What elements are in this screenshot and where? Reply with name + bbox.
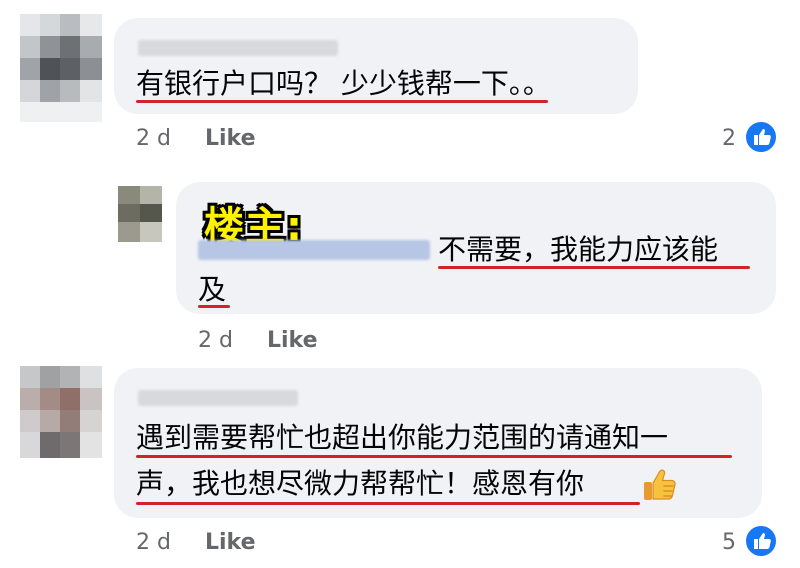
commenter-name[interactable] [138, 390, 298, 406]
commenter-name[interactable] [138, 40, 338, 56]
comment-time[interactable]: 2 d [136, 530, 171, 555]
avatar[interactable] [20, 14, 102, 122]
reply-text-line2: 及 [198, 273, 227, 306]
highlight-underline [136, 455, 732, 458]
highlight-underline [136, 502, 640, 505]
comment-text-line2: 声，我也想尽微力帮帮忙！感恩有你 [136, 467, 585, 500]
comment-time[interactable]: 2 d [136, 126, 171, 151]
commenter-name[interactable] [198, 240, 430, 260]
comment-text-line1: 遇到需要帮忙也超出你能力范围的请通知一 [136, 421, 669, 454]
highlight-underline [198, 305, 230, 308]
like-button[interactable]: Like [205, 126, 256, 151]
thumbs-up-reaction-icon[interactable] [744, 524, 778, 558]
thumbs-up-reaction-icon[interactable] [744, 120, 778, 154]
like-button[interactable]: Like [267, 328, 318, 353]
comment-time[interactable]: 2 d [198, 328, 233, 353]
thumbs-up-emoji-icon [640, 464, 680, 508]
reply-text-line1: 不需要，我能力应该能 [438, 233, 719, 266]
reaction-count[interactable]: 2 [722, 126, 736, 151]
avatar[interactable] [118, 186, 162, 242]
highlight-underline [438, 266, 750, 269]
like-button[interactable]: Like [205, 530, 256, 555]
like-label[interactable]: Like [205, 126, 256, 151]
comment-text: 有银行户口吗？ 少少钱帮一下。。 [136, 67, 551, 100]
avatar[interactable] [20, 366, 102, 458]
like-label[interactable]: Like [205, 530, 256, 555]
highlight-underline [136, 100, 548, 103]
reaction-count[interactable]: 5 [722, 530, 736, 555]
like-label[interactable]: Like [267, 328, 318, 353]
